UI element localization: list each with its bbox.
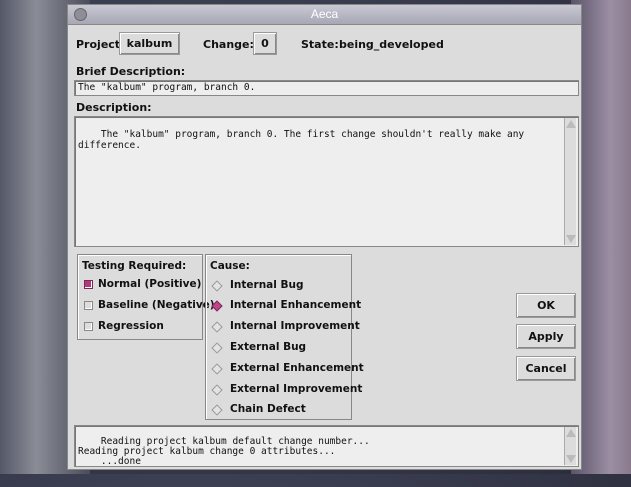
cause-option-label: Chain Defect (230, 403, 306, 415)
radio-icon[interactable] (211, 342, 223, 354)
cause-option-label: Internal Improvement (230, 320, 360, 332)
cause-option-label: Internal Enhancement (230, 299, 362, 311)
testing-option-label: Baseline (Negative) (98, 299, 215, 311)
radio-icon[interactable] (211, 363, 223, 375)
cause-group: Cause: Internal Bug Internal Enhancement… (205, 254, 364, 420)
log-scrollbar[interactable] (564, 427, 576, 465)
state-value: being_developed (339, 38, 444, 51)
scroll-down-icon[interactable] (566, 455, 576, 463)
brief-description-field[interactable]: The "kalbum" program, branch 0. (74, 80, 579, 96)
checkbox-icon[interactable] (84, 301, 93, 310)
description-scrollbar[interactable] (564, 118, 576, 245)
project-button[interactable]: kalbum (119, 32, 180, 55)
testing-required-group: Testing Required: Normal (Positive) Base… (77, 254, 215, 340)
cancel-button[interactable]: Cancel (516, 356, 576, 381)
radio-icon[interactable] (211, 404, 223, 416)
checkbox-icon[interactable] (84, 322, 93, 331)
description-text: The "kalbum" program, branch 0. The firs… (78, 129, 525, 151)
radio-icon[interactable] (211, 280, 223, 292)
cause-label: Cause: (210, 260, 250, 272)
scroll-down-icon[interactable] (566, 235, 576, 243)
radio-icon[interactable] (211, 384, 223, 396)
scroll-up-icon[interactable] (566, 429, 576, 437)
aeca-window: Aeca Project: kalbum Change: 0 State: be… (67, 4, 582, 470)
change-label: Change: (203, 38, 254, 51)
cause-option-label: External Enhancement (230, 362, 364, 374)
window-title: Aeca (310, 7, 339, 21)
cause-option-label: External Improvement (230, 383, 363, 395)
project-label: Project: (76, 38, 125, 51)
radio-icon[interactable] (211, 321, 223, 333)
testing-option-label: Normal (Positive) (98, 278, 202, 290)
title-bar[interactable]: Aeca (68, 5, 581, 25)
status-log: Reading project kalbum default change nu… (74, 425, 579, 467)
testing-option-label: Regression (98, 320, 164, 332)
radio-icon[interactable] (211, 300, 223, 312)
cause-option-label: Internal Bug (230, 279, 304, 291)
cause-option-label: External Bug (230, 341, 307, 353)
apply-button[interactable]: Apply (516, 324, 576, 349)
status-log-text: Reading project kalbum default change nu… (78, 436, 370, 467)
ok-button[interactable]: OK (516, 293, 576, 318)
change-button[interactable]: 0 (253, 32, 277, 55)
scroll-up-icon[interactable] (566, 120, 576, 128)
checkbox-icon[interactable] (84, 280, 93, 289)
description-label: Description: (76, 101, 152, 114)
testing-required-label: Testing Required: (82, 260, 187, 272)
description-textarea[interactable]: The "kalbum" program, branch 0. The firs… (74, 116, 579, 247)
state-label: State: (301, 38, 339, 51)
brief-description-label: Brief Description: (76, 65, 186, 78)
